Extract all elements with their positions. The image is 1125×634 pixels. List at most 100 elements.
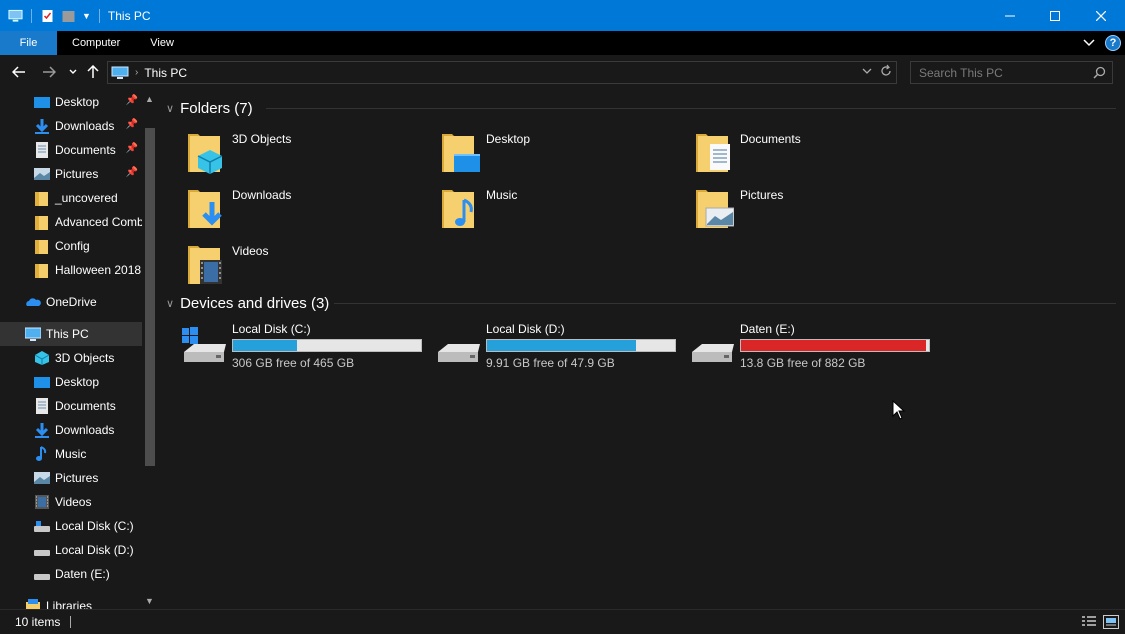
scrollbar-thumb[interactable] bbox=[145, 128, 155, 466]
3d-objects-icon bbox=[34, 351, 50, 365]
drive-icon bbox=[34, 574, 50, 580]
drives-group-header[interactable]: ∨ Devices and drives (3) bbox=[166, 293, 329, 313]
sidebar-item-documents[interactable]: Documents bbox=[0, 394, 142, 418]
downloads-icon bbox=[188, 190, 222, 228]
up-button[interactable] bbox=[84, 63, 102, 81]
desktop-icon bbox=[34, 97, 50, 108]
minimize-button[interactable] bbox=[987, 0, 1033, 31]
sidebar-item-uncovered[interactable]: _uncovered bbox=[0, 186, 142, 210]
mouse-cursor-icon bbox=[892, 400, 906, 420]
window-title: This PC bbox=[107, 8, 151, 23]
folder-label: Music bbox=[486, 188, 518, 202]
drive-label: Local Disk (C:) bbox=[232, 322, 311, 336]
sidebar-item-pictures[interactable]: Pictures bbox=[0, 466, 142, 490]
sidebar-item-label: Config bbox=[55, 239, 90, 253]
drive-icon bbox=[34, 550, 50, 556]
drive-daten-e[interactable]: Daten (E:) 13.8 GB free of 882 GB bbox=[690, 322, 940, 374]
separator bbox=[31, 8, 32, 23]
sidebar-item-music[interactable]: Music bbox=[0, 442, 142, 466]
collapse-chevron-icon[interactable]: ∨ bbox=[166, 102, 174, 115]
folder-desktop[interactable]: Desktop bbox=[440, 128, 680, 178]
close-icon bbox=[1096, 10, 1106, 21]
search-placeholder: Search This PC bbox=[919, 65, 1003, 80]
sidebar-item-videos[interactable]: Videos bbox=[0, 490, 142, 514]
ribbon-tabs: File Computer View ? bbox=[0, 31, 1125, 55]
sidebar-item-label: Local Disk (D:) bbox=[55, 543, 134, 557]
close-button[interactable] bbox=[1078, 0, 1124, 31]
scroll-down-icon[interactable]: ▼ bbox=[145, 596, 154, 606]
sidebar-item-advanced-comb[interactable]: Advanced Comb bbox=[0, 210, 142, 234]
sidebar-item-downloads[interactable]: Downloads 📌 bbox=[0, 114, 142, 138]
maximize-button[interactable] bbox=[1032, 0, 1078, 31]
sidebar-item-downloads[interactable]: Downloads bbox=[0, 418, 142, 442]
sidebar-item-label: 3D Objects bbox=[55, 351, 115, 365]
sidebar-item-label: Halloween 2018 bbox=[55, 263, 142, 277]
customize-toolbar-icon[interactable]: ▼ bbox=[82, 11, 91, 21]
drive-usage-bar bbox=[232, 339, 422, 352]
desktop-icon bbox=[442, 134, 480, 172]
chevron-down-icon bbox=[69, 69, 77, 74]
scroll-up-icon[interactable]: ▲ bbox=[145, 94, 154, 104]
tab-file[interactable]: File bbox=[0, 31, 57, 55]
sidebar-item-this-pc[interactable]: This PC bbox=[0, 322, 142, 346]
folder-label: Desktop bbox=[486, 132, 531, 146]
pin-icon: 📌 bbox=[125, 143, 138, 154]
sidebar-item-3d-objects[interactable]: 3D Objects bbox=[0, 346, 142, 370]
sidebar-item-onedrive[interactable]: OneDrive bbox=[0, 290, 142, 314]
sidebar-item-label: Pictures bbox=[55, 471, 99, 485]
sidebar-item-halloween-2018[interactable]: Halloween 2018 bbox=[0, 258, 142, 282]
forward-button[interactable] bbox=[40, 63, 58, 81]
folder-3d-objects[interactable]: 3D Objects bbox=[186, 128, 426, 178]
folder-music[interactable]: Music bbox=[440, 184, 680, 234]
sidebar-item-local-disk-c[interactable]: Local Disk (C:) bbox=[0, 514, 142, 538]
recent-locations-button[interactable] bbox=[64, 63, 82, 81]
address-dropdown-icon[interactable] bbox=[862, 64, 872, 78]
drive-local-disk-d[interactable]: Local Disk (D:) 9.91 GB free of 47.9 GB bbox=[436, 322, 686, 374]
folder-downloads[interactable]: Downloads bbox=[186, 184, 426, 234]
sidebar-item-local-disk-d[interactable]: Local Disk (D:) bbox=[0, 538, 142, 562]
tab-view[interactable]: View bbox=[135, 31, 189, 55]
drive-local-disk-c[interactable]: Local Disk (C:) 306 GB free of 465 GB bbox=[182, 322, 432, 374]
sidebar-scrollbar[interactable]: ▲ ▼ bbox=[142, 90, 158, 609]
navigation-pane[interactable]: Desktop 📌 Downloads 📌 Documents 📌 Pictur… bbox=[0, 90, 158, 609]
help-icon[interactable]: ? bbox=[1105, 35, 1121, 51]
folder-label: Downloads bbox=[232, 188, 292, 202]
sidebar-item-libraries[interactable]: Libraries bbox=[0, 594, 142, 609]
drive-label: Local Disk (D:) bbox=[486, 322, 565, 336]
details-view-icon[interactable] bbox=[1081, 615, 1097, 629]
group-title: Devices and drives (3) bbox=[180, 294, 330, 312]
folders-group-header[interactable]: ∨ Folders (7) bbox=[166, 98, 253, 118]
sidebar-item-label: Pictures bbox=[55, 167, 99, 181]
refresh-icon[interactable] bbox=[880, 64, 892, 78]
drive-usage-bar bbox=[740, 339, 930, 352]
folder-videos[interactable]: Videos bbox=[186, 240, 426, 290]
search-input[interactable]: Search This PC bbox=[910, 61, 1113, 84]
address-bar[interactable]: › This PC bbox=[107, 61, 897, 84]
pictures-icon bbox=[34, 472, 50, 484]
breadcrumb-this-pc[interactable]: This PC bbox=[144, 66, 187, 80]
sidebar-item-pictures[interactable]: Pictures 📌 bbox=[0, 162, 142, 186]
minimize-icon bbox=[1005, 15, 1015, 16]
collapse-chevron-icon[interactable]: ∨ bbox=[166, 297, 174, 310]
sidebar-item-label: Documents bbox=[55, 399, 116, 413]
sidebar-item-label: _uncovered bbox=[55, 191, 118, 205]
folder-documents[interactable]: Documents bbox=[694, 128, 934, 178]
properties-icon[interactable] bbox=[40, 9, 55, 23]
forward-arrow-icon bbox=[43, 66, 56, 78]
large-icons-view-icon[interactable] bbox=[1103, 615, 1119, 629]
drive-usage-bar bbox=[486, 339, 676, 352]
group-title: Folders (7) bbox=[180, 99, 253, 117]
expand-ribbon-icon[interactable] bbox=[1083, 39, 1095, 47]
drive-free-space: 13.8 GB free of 882 GB bbox=[740, 356, 866, 370]
sidebar-item-daten-e[interactable]: Daten (E:) bbox=[0, 562, 142, 586]
back-button[interactable] bbox=[10, 63, 28, 81]
tab-computer[interactable]: Computer bbox=[57, 31, 135, 55]
sidebar-item-documents[interactable]: Documents 📌 bbox=[0, 138, 142, 162]
breadcrumb-separator-icon[interactable]: › bbox=[135, 67, 138, 78]
new-folder-icon[interactable] bbox=[61, 9, 76, 23]
sidebar-item-config[interactable]: Config bbox=[0, 234, 142, 258]
music-icon bbox=[442, 190, 474, 228]
sidebar-item-desktop[interactable]: Desktop 📌 bbox=[0, 90, 142, 114]
folder-pictures[interactable]: Pictures bbox=[694, 184, 934, 234]
sidebar-item-desktop[interactable]: Desktop bbox=[0, 370, 142, 394]
